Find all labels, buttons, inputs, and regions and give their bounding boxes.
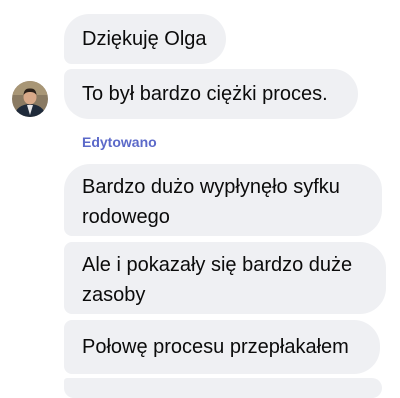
message-bubble[interactable]: Bardzo dużo wypłynęło syfku rodowego xyxy=(64,164,382,236)
message-text: Dziękuję Olga xyxy=(82,28,207,50)
user-photo xyxy=(12,81,48,117)
message-text: Ale i pokazały się bardzo duże zasoby xyxy=(82,254,353,306)
message-text: Bardzo dużo wypłynęło syfku rodowego xyxy=(82,176,340,228)
message-text: Połowę procesu przepłakałem xyxy=(82,336,349,358)
message-bubble[interactable]: To był bardzo ciężki proces. xyxy=(64,69,358,119)
message-bubble-partial[interactable] xyxy=(64,378,382,398)
message-text: To był bardzo ciężki proces. xyxy=(82,83,328,105)
message-bubble[interactable]: Połowę procesu przepłakałem xyxy=(64,320,380,374)
edited-label[interactable]: Edytowano xyxy=(82,134,157,150)
message-bubble[interactable]: Dziękuję Olga xyxy=(64,14,226,64)
message-bubble[interactable]: Ale i pokazały się bardzo duże zasoby xyxy=(64,242,386,314)
avatar[interactable] xyxy=(12,81,48,117)
